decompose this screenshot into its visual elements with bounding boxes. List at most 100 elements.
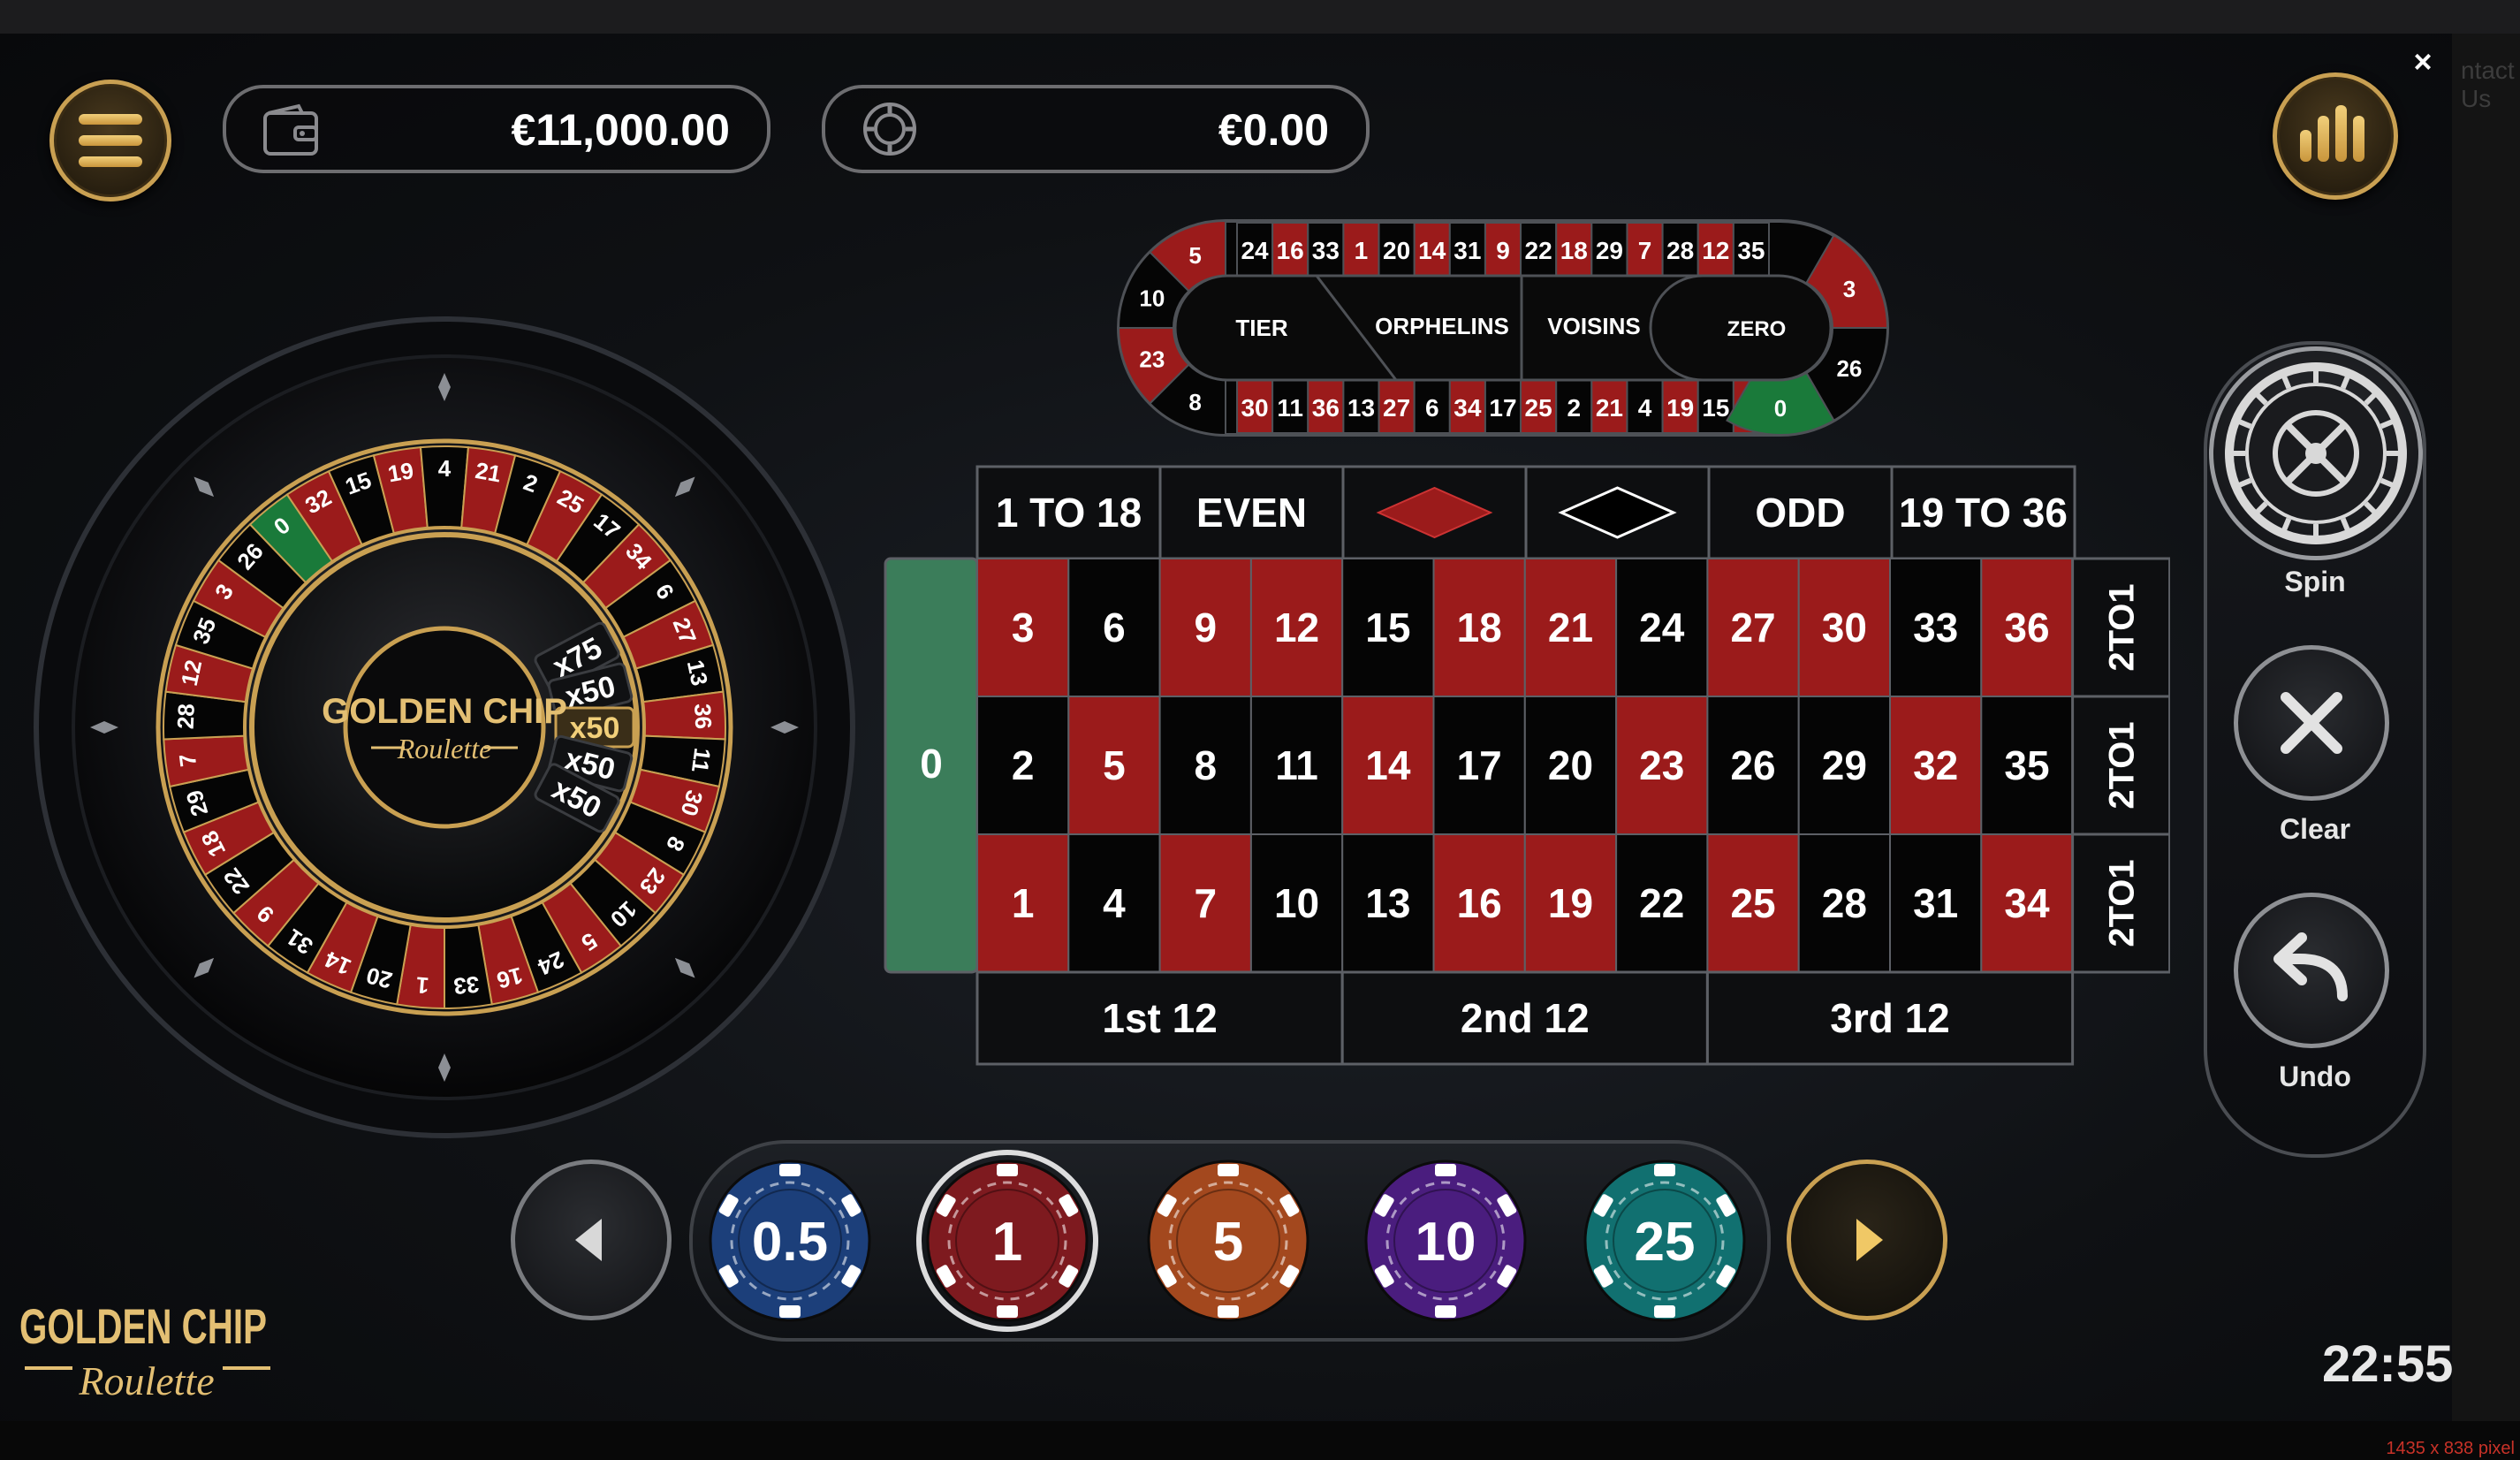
chip-10[interactable]: 10 xyxy=(1364,1160,1527,1322)
section-zero[interactable]: ZERO xyxy=(1727,317,1787,341)
racetrack-number: 22 xyxy=(1525,237,1552,264)
racetrack-number: 6 xyxy=(1425,394,1439,422)
racetrack-number: 16 xyxy=(1277,237,1304,264)
racetrack-number: 12 xyxy=(1702,237,1729,264)
racetrack-number: 29 xyxy=(1596,237,1623,264)
number-grid: 3 6 9 12 15 18 21 24 27 30 33 362 5 8 11 14 17 20 23 26 29 32… xyxy=(976,558,2074,973)
spin-button[interactable] xyxy=(2209,346,2423,560)
background-page-strip xyxy=(2452,34,2520,1421)
racetrack-number: 3 xyxy=(1843,276,1856,302)
menu-button[interactable] xyxy=(49,80,171,202)
number-label: 14 xyxy=(1365,742,1411,788)
number-label: 2 xyxy=(1012,742,1035,788)
dozen-bet-label: 2nd 12 xyxy=(1461,995,1590,1041)
number-label: 35 xyxy=(2004,742,2049,788)
wheel-pocket-number: 19 xyxy=(386,457,416,487)
wheel-pocket-number: 1 xyxy=(415,971,430,999)
wallet-icon xyxy=(263,103,318,156)
racetrack-number: 7 xyxy=(1638,237,1652,264)
column-bet-label: 2TO1 xyxy=(2103,859,2142,947)
racetrack-number: 18 xyxy=(1560,237,1588,264)
racetrack-number: 21 xyxy=(1596,394,1623,422)
racetrack-board: 24 16 33 1 20 14 31 9 22 18 29 7 28 12 3530 11 36 13 27 6 34… xyxy=(1117,219,1889,437)
total-bet-display: €0.00 xyxy=(822,85,1370,173)
close-icon xyxy=(2281,692,2342,754)
chip-stack-icon xyxy=(863,103,916,156)
racetrack-number: 23 xyxy=(1139,346,1165,372)
chip-value: 10 xyxy=(1416,1212,1476,1273)
number-label: 13 xyxy=(1365,880,1410,926)
zero-label: 0 xyxy=(920,741,943,787)
number-label: 17 xyxy=(1457,742,1502,788)
clear-button[interactable] xyxy=(2234,645,2389,801)
number-label: 30 xyxy=(1822,605,1867,650)
outside-bet-label: 1 TO 18 xyxy=(996,490,1142,536)
wheel-pocket-number: 36 xyxy=(689,703,717,729)
number-label: 8 xyxy=(1194,742,1217,788)
outside-bet-label: ODD xyxy=(1755,490,1845,536)
racetrack-number: 9 xyxy=(1496,237,1510,264)
number-label: 23 xyxy=(1639,742,1684,788)
chevron-right-icon xyxy=(1856,1219,1883,1261)
number-label: 20 xyxy=(1548,742,1593,788)
balance-display: €11,000.00 xyxy=(223,85,770,173)
wheel-pocket-number: 13 xyxy=(682,658,713,688)
chip-1[interactable]: 1 xyxy=(916,1150,1098,1332)
previous-chip-button[interactable] xyxy=(511,1160,672,1320)
column-bet-label: 2TO1 xyxy=(2103,583,2142,671)
racetrack-number: 10 xyxy=(1139,285,1165,312)
racetrack-number: 26 xyxy=(1836,355,1862,382)
section-tier[interactable]: TIER xyxy=(1235,315,1287,341)
number-label: 32 xyxy=(1913,742,1958,788)
roulette-wheel: 03215 19 4 21 225173462713361130823105241633… xyxy=(34,316,855,1138)
chip-5[interactable]: 5 xyxy=(1147,1160,1309,1322)
racetrack-number: 24 xyxy=(1241,237,1269,264)
undo-button[interactable] xyxy=(2234,893,2389,1048)
racetrack-number: 14 xyxy=(1418,237,1446,264)
spin-label: Spin xyxy=(2284,566,2346,597)
racetrack-number: 0 xyxy=(1774,395,1787,422)
number-label: 10 xyxy=(1274,880,1319,926)
section-voisins[interactable]: VOISINS xyxy=(1547,313,1640,339)
background-contact-link[interactable]: ntact Us xyxy=(2461,57,2520,113)
number-label: 12 xyxy=(1274,605,1319,650)
chip-value: 5 xyxy=(1213,1212,1243,1273)
chip-selector-tray: 0.5 1 5 10 25 xyxy=(689,1140,1771,1342)
statistics-button[interactable] xyxy=(2273,72,2398,200)
chip-25[interactable]: 25 xyxy=(1583,1160,1746,1322)
number-label: 27 xyxy=(1730,605,1775,650)
roulette-wheel-icon xyxy=(2225,362,2407,544)
number-label: 28 xyxy=(1822,880,1867,926)
logo-line1: GOLDEN CHIP xyxy=(19,1298,267,1354)
undo-arrow-icon xyxy=(2273,932,2348,1001)
wheel-pocket-number: 11 xyxy=(687,747,716,774)
number-label: 11 xyxy=(1275,742,1318,788)
number-label: 26 xyxy=(1730,742,1775,788)
game-logo: GOLDEN CHIP Roulette xyxy=(19,1298,270,1403)
chip-value: 25 xyxy=(1635,1212,1696,1273)
betting-table: 1 TO 18 EVEN ODD 19 TO 36 0 3 6 9 12 15 18 21 24 27… xyxy=(884,465,2170,1066)
outside-bets-top: 1 TO 18 EVEN ODD 19 TO 36 xyxy=(975,465,2076,560)
number-label: 9 xyxy=(1194,605,1217,650)
racetrack-number: 13 xyxy=(1347,394,1375,422)
number-label: 25 xyxy=(1730,880,1775,926)
racetrack-number: 30 xyxy=(1241,394,1268,422)
wheel-logo-line1: GOLDEN CHIP xyxy=(322,692,567,731)
number-label: 19 xyxy=(1548,880,1593,926)
wheel-pocket-number: 33 xyxy=(452,971,480,1000)
next-chip-button[interactable] xyxy=(1787,1160,1947,1320)
outside-bet-label: 19 TO 36 xyxy=(1899,490,2068,536)
close-button[interactable]: × xyxy=(2405,44,2440,80)
column-bet-label: 2TO1 xyxy=(2103,721,2142,809)
racetrack-number: 33 xyxy=(1312,237,1340,264)
bottom-strip xyxy=(0,1421,2520,1460)
chip-0-5[interactable]: 0.5 xyxy=(709,1160,871,1322)
number-label: 18 xyxy=(1457,605,1502,650)
section-orphelins[interactable]: ORPHELINS xyxy=(1375,313,1509,339)
number-label: 5 xyxy=(1103,742,1126,788)
pixel-size-note: 1435 x 838 pixel xyxy=(2386,1439,2515,1458)
racetrack-number: 36 xyxy=(1312,394,1340,422)
racetrack-number: 17 xyxy=(1489,394,1516,422)
chip-list: 0.5 1 5 10 25 xyxy=(709,1150,1746,1332)
wheel-pocket-number: 21 xyxy=(474,457,504,487)
